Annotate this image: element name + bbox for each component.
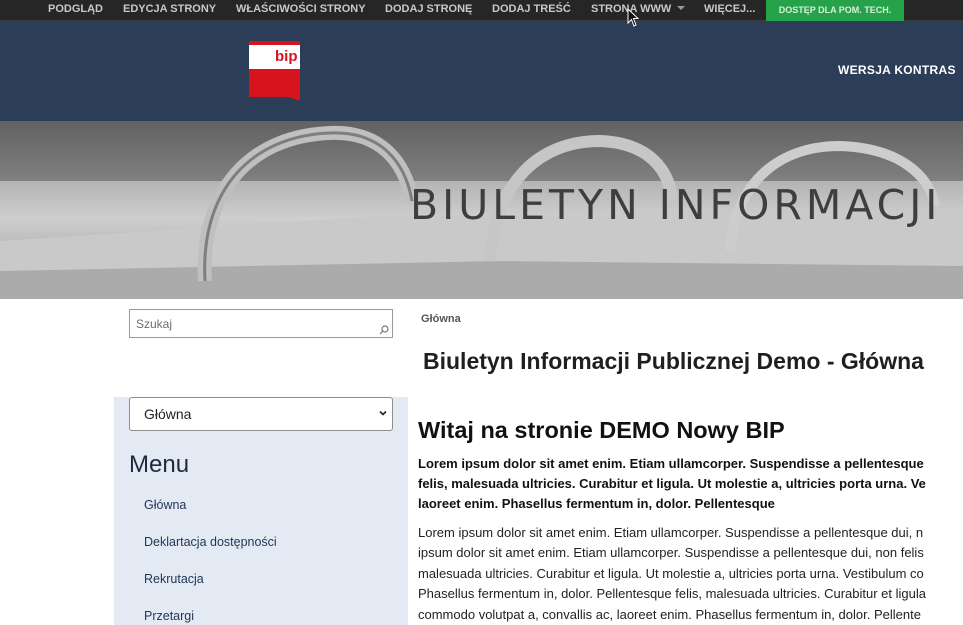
mouse-cursor-icon bbox=[627, 8, 640, 27]
lead-line: laoreet enim. Phasellus fermentum in, do… bbox=[418, 496, 775, 511]
contrast-version-link[interactable]: WERSJA KONTRAS bbox=[838, 63, 956, 77]
sidebar-item-przetargi[interactable]: Przetargi bbox=[144, 609, 194, 623]
sidebar-item-deklaracja[interactable]: Deklartacja dostępności bbox=[144, 535, 277, 549]
chevron-down-icon bbox=[677, 6, 686, 11]
site-header: bip WERSJA KONTRAS bbox=[0, 21, 963, 121]
body-line: commodo volutpat a, convallis ac, laoree… bbox=[418, 606, 921, 622]
page-select-value: Główna bbox=[144, 406, 192, 422]
body-line: ipsum dolor sit amet enim. Etiam ullamco… bbox=[418, 545, 924, 561]
admin-toolbar: PODGLĄD EDYCJA STRONY WŁAŚCIWOŚCI STRONY… bbox=[0, 0, 963, 21]
section-title: Witaj na stronie DEMO Nowy BIP bbox=[418, 417, 785, 443]
more-button[interactable]: WIĘCEJ... bbox=[704, 0, 755, 20]
add-content-button[interactable]: DODAJ TREŚĆ bbox=[492, 0, 571, 20]
preview-button[interactable]: PODGLĄD bbox=[48, 0, 103, 20]
sidebar-item-glowna[interactable]: Główna bbox=[144, 498, 186, 512]
bip-logo-icon: bip bbox=[249, 41, 300, 101]
page-select[interactable]: Główna bbox=[129, 397, 393, 431]
banner-image: BIULETYN INFORMACJI bbox=[0, 121, 963, 299]
edit-page-button[interactable]: EDYCJA STRONY bbox=[123, 0, 216, 20]
page-title: Biuletyn Informacji Publicznej Demo - Gł… bbox=[423, 348, 924, 374]
search-input[interactable] bbox=[130, 310, 370, 337]
lead-line: felis, malesuada ultricies. Curabitur et… bbox=[418, 476, 926, 491]
menu-heading: Menu bbox=[129, 451, 190, 478]
sidebar-item-rekrutacja[interactable]: Rekrutacja bbox=[144, 572, 204, 586]
lead-line: Lorem ipsum dolor sit amet enim. Etiam u… bbox=[418, 456, 924, 471]
breadcrumb[interactable]: Główna bbox=[421, 313, 461, 325]
body-line: Phasellus fermentum in, dolor. Pellentes… bbox=[418, 586, 926, 602]
search-box bbox=[129, 309, 393, 338]
page-properties-button[interactable]: WŁAŚCIWOŚCI STRONY bbox=[236, 0, 366, 20]
body-line: Lorem ipsum dolor sit amet enim. Etiam u… bbox=[418, 525, 924, 540]
body-line: malesuada ultricies. Curabitur et ligula… bbox=[418, 565, 924, 581]
chevron-down-icon bbox=[379, 410, 387, 416]
tech-access-button[interactable]: DOSTĘP DLA POM. TECH. bbox=[766, 0, 904, 21]
banner-title: BIULETYN INFORMACJI bbox=[410, 181, 942, 229]
lead-paragraph: Lorem ipsum dolor sit amet enim. Etiam u… bbox=[418, 454, 963, 514]
search-icon[interactable] bbox=[379, 325, 389, 335]
bip-logo[interactable]: bip bbox=[249, 41, 300, 101]
bip-logo-text: bip bbox=[275, 48, 298, 65]
body-paragraph: Lorem ipsum dolor sit amet enim. Etiam u… bbox=[418, 523, 963, 625]
add-page-button[interactable]: DODAJ STRONĘ bbox=[385, 0, 472, 20]
